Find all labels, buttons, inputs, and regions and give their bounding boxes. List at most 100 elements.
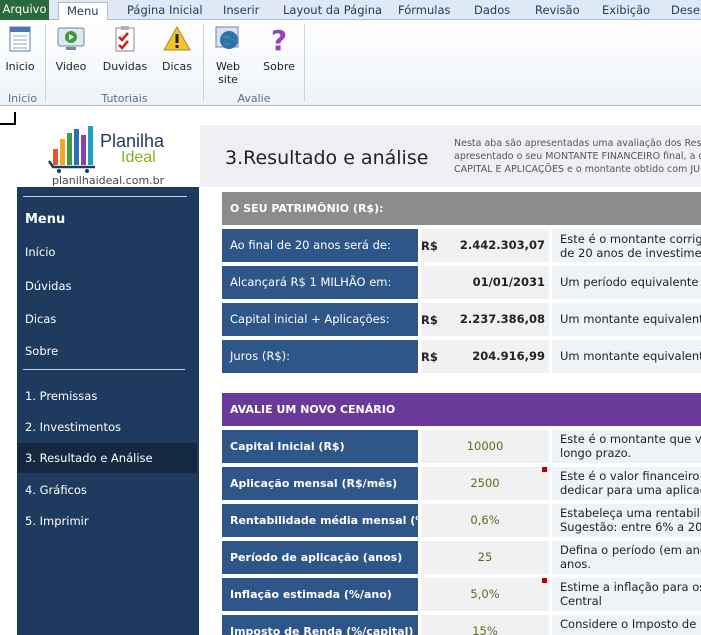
- sidebar: Menu Início Dúvidas Dicas Sobre 1. Premi…: [17, 187, 199, 635]
- currency-symbol: R$: [421, 239, 438, 253]
- label-inflacao: Inflação estimada (%/ano): [222, 578, 418, 611]
- ribbon-tab-bar: Arquivo Menu Página Inicial Inserir Layo…: [0, 0, 701, 21]
- desc-line: Estabeleça uma rentabilid: [560, 506, 701, 520]
- label-juros: Juros (R$):: [222, 340, 418, 373]
- desc-line: dedicar para uma aplicaçã: [560, 483, 701, 497]
- question-icon: ?: [271, 24, 287, 54]
- group-separator: [45, 24, 46, 102]
- desc-line: Este é o montante que voc: [560, 432, 701, 446]
- desc-line: anos.: [560, 557, 592, 571]
- group-separator: [203, 24, 204, 102]
- desc-capital-aplicacoes: Um montante equivalente: [552, 303, 701, 336]
- value-montante-final[interactable]: 2.442.303,07: [421, 229, 549, 262]
- desc-line: Estime a inflação para os p: [560, 580, 701, 594]
- tab-formulas[interactable]: Fórmulas: [398, 2, 451, 20]
- duvidas-button[interactable]: Duvidas: [101, 24, 149, 73]
- desc-line: Este é o montante corrigi: [560, 232, 701, 246]
- desc-line: Central: [560, 594, 602, 608]
- page-title: 3.Resultado e análise: [225, 147, 429, 169]
- tab-exibicao[interactable]: Exibição: [602, 2, 650, 20]
- dicas-button-label: Dicas: [161, 60, 193, 73]
- input-periodo-aplicacao[interactable]: 25: [421, 541, 549, 574]
- desc-inflacao: Estime a inflação para os p Central: [552, 578, 701, 611]
- group-label-tutoriais: Tutoriais: [101, 92, 148, 105]
- input-inflacao[interactable]: 5,0%: [421, 578, 549, 611]
- value-juros[interactable]: 204.916,99: [421, 340, 549, 373]
- brand-name-2: Ideal: [121, 149, 156, 166]
- sidebar-item-premissas[interactable]: 1. Premissas: [25, 389, 97, 403]
- tab-arquivo[interactable]: Arquivo: [0, 0, 49, 20]
- tab-revisao[interactable]: Revisão: [535, 2, 580, 20]
- intro-text: Nesta aba são apresentadas uma avaliação…: [454, 137, 701, 176]
- tab-pagina-inicial[interactable]: Página Inicial: [127, 2, 203, 20]
- inicio-button-label: Inicio: [5, 60, 35, 73]
- label-periodo-aplicacao: Período de aplicação (anos): [222, 541, 418, 574]
- dicas-button[interactable]: Dicas: [155, 24, 199, 73]
- desc-line: de 20 anos de investimen: [560, 246, 701, 260]
- currency-symbol: R$: [421, 350, 438, 364]
- sidebar-item-resultado-e-analise[interactable]: 3. Resultado e Análise: [25, 451, 153, 465]
- video-button-label: Video: [55, 60, 87, 73]
- sobre-button[interactable]: ? Sobre: [257, 24, 301, 73]
- inicio-button[interactable]: Inicio: [0, 24, 42, 73]
- tab-inserir[interactable]: Inserir: [223, 2, 259, 20]
- sidebar-item-graficos[interactable]: 4. Gráficos: [25, 483, 87, 497]
- desc-aplicacao-mensal: Este é o valor financeiro q dedicar para…: [552, 467, 701, 500]
- section-header-cenario: AVALIE UM NOVO CENÁRIO: [222, 393, 701, 426]
- tab-dados[interactable]: Dados: [474, 2, 510, 20]
- input-rentabilidade[interactable]: 0,6%: [421, 504, 549, 537]
- sidebar-item-imprimir[interactable]: 5. Imprimir: [25, 514, 89, 528]
- label-imposto-renda: Imposto de Renda (%/capital): [222, 615, 418, 635]
- sidebar-item-investimentos[interactable]: 2. Investimentos: [25, 420, 121, 434]
- value-capital-aplicacoes[interactable]: 2.237.386,08: [421, 303, 549, 336]
- intro-line: CAPITAL E APLICAÇÕES e o montante obtido…: [454, 164, 701, 175]
- tab-menu[interactable]: Menu: [58, 2, 108, 21]
- site-url: planilhaideal.com.br: [52, 174, 165, 187]
- group-label-inicio: Inicio: [7, 92, 38, 105]
- currency-symbol: R$: [421, 313, 438, 327]
- group-separator: [304, 24, 305, 102]
- desc-line: Sugestão: entre 6% a 20% a: [560, 520, 701, 534]
- tab-layout-da-pagina[interactable]: Layout da Página: [283, 2, 382, 20]
- checklist-icon: [115, 26, 135, 52]
- desc-imposto-renda: Considere o Imposto de Re: [552, 615, 701, 635]
- section-header-patrimonio: O SEU PATRIMÔNIO (R$):: [222, 192, 701, 225]
- video-button[interactable]: Video: [49, 24, 93, 73]
- spreadsheet-icon: [9, 26, 31, 52]
- sidebar-divider: [23, 369, 185, 370]
- sidebar-item-sobre[interactable]: Sobre: [25, 344, 58, 358]
- value-um-milhao[interactable]: 01/01/2031: [421, 266, 549, 299]
- video-icon: [57, 27, 85, 50]
- sobre-button-label: Sobre: [263, 60, 295, 73]
- label-capital-aplicacoes: Capital inicial + Aplicações:: [222, 303, 418, 336]
- desc-um-milhao: Um período equivalente a: [552, 266, 701, 299]
- label-rentabilidade: Rentabilidade média mensal (%/mês): [222, 504, 418, 537]
- comment-indicator: [542, 467, 547, 472]
- intro-line: apresentado o seu MONTANTE FINANCEIRO fi…: [454, 151, 701, 162]
- input-imposto-renda[interactable]: 15%: [421, 615, 549, 635]
- warning-icon: [163, 25, 191, 51]
- desc-montante-final: Este é o montante corrigi de 20 anos de …: [552, 229, 701, 262]
- label-montante-final: Ao final de 20 anos será de:: [222, 229, 418, 262]
- desc-line: longo prazo.: [560, 446, 632, 460]
- sidebar-item-dicas[interactable]: Dicas: [25, 312, 56, 326]
- input-capital-inicial[interactable]: 10000: [421, 430, 549, 463]
- desc-line: Defina o período (em anos): [560, 543, 701, 557]
- tab-desenvolvedor[interactable]: Deser: [671, 2, 701, 20]
- sidebar-title: Menu: [25, 212, 66, 227]
- ribbon: Inicio Video Duvidas Dicas Web site ? So…: [0, 20, 701, 106]
- comment-indicator: [542, 578, 547, 583]
- desc-juros: Um montante equivalente: [552, 340, 701, 373]
- sidebar-item-duvidas[interactable]: Dúvidas: [25, 279, 71, 293]
- desc-rentabilidade: Estabeleça uma rentabilid Sugestão: entr…: [552, 504, 701, 537]
- web-site-button[interactable]: Web site: [206, 24, 250, 86]
- desc-periodo-aplicacao: Defina o período (em anos) anos.: [552, 541, 701, 574]
- intro-line: Nesta aba são apresentadas uma avaliação…: [454, 138, 701, 149]
- group-label-avalie: Avalie: [237, 92, 271, 105]
- web-site-button-label: Web site: [216, 60, 240, 86]
- input-aplicacao-mensal[interactable]: 2500: [421, 467, 549, 500]
- label-aplicacao-mensal: Aplicação mensal (R$/mês): [222, 467, 418, 500]
- sidebar-item-inicio[interactable]: Início: [25, 245, 55, 259]
- label-capital-inicial: Capital Inicial (R$): [222, 430, 418, 463]
- desc-capital-inicial: Este é o montante que voc longo prazo.: [552, 430, 701, 463]
